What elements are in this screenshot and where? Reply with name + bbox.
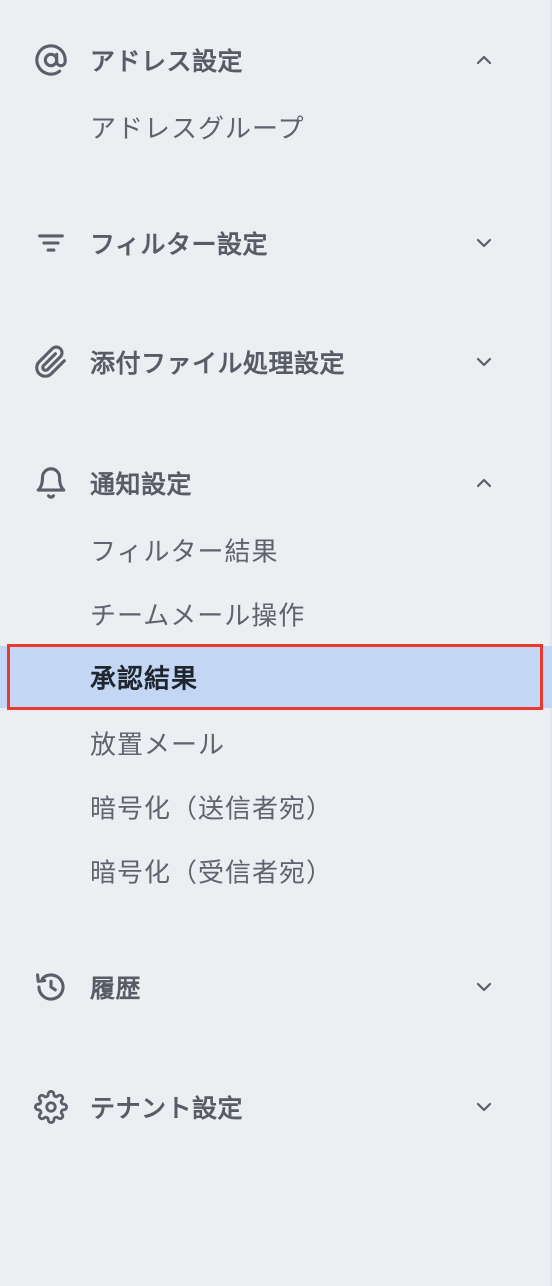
chevron-up-icon[interactable] (468, 467, 500, 499)
at-sign-icon (32, 41, 70, 79)
bell-icon (32, 464, 70, 502)
sub-item-encryption-recipient[interactable]: 暗号化（受信者宛） (0, 840, 552, 902)
chevron-down-icon[interactable] (468, 1091, 500, 1123)
filter-icon (32, 224, 70, 262)
section-label: 履歴 (90, 974, 142, 1003)
sub-item-label: アドレスグループ (90, 114, 305, 145)
section-label: 添付ファイル処理設定 (90, 349, 346, 378)
sub-item-label: 放置メール (90, 730, 226, 761)
section-header-history[interactable]: 履歴 (0, 957, 552, 1017)
section-label: テナント設定 (90, 1094, 244, 1123)
history-icon (32, 968, 70, 1006)
section-header-address[interactable]: アドレス設定 (0, 30, 552, 90)
section-label: 通知設定 (90, 470, 193, 499)
sub-item-encryption-sender[interactable]: 暗号化（送信者宛） (0, 776, 552, 838)
chevron-down-icon[interactable] (468, 346, 500, 378)
section-label: フィルター設定 (90, 230, 269, 259)
sub-item-address-group[interactable]: アドレスグループ (0, 96, 552, 158)
sub-item-label: 承認結果 (90, 664, 199, 695)
sub-item-label: フィルター結果 (90, 537, 279, 568)
sub-item-filter-result[interactable]: フィルター結果 (0, 519, 552, 581)
sub-item-approval-result[interactable]: 承認結果 (0, 646, 552, 708)
section-header-tenant[interactable]: テナント設定 (0, 1077, 552, 1137)
gear-icon (32, 1088, 70, 1126)
paperclip-icon (32, 343, 70, 381)
sub-item-neglected-mail[interactable]: 放置メール (0, 712, 552, 774)
section-label: アドレス設定 (90, 47, 244, 76)
sub-item-label: 暗号化（送信者宛） (90, 794, 334, 825)
chevron-up-icon[interactable] (468, 44, 500, 76)
sub-item-label: チームメール操作 (90, 601, 306, 632)
section-header-notification[interactable]: 通知設定 (0, 453, 552, 513)
section-header-filter[interactable]: フィルター設定 (0, 213, 552, 273)
chevron-down-icon[interactable] (468, 971, 500, 1003)
settings-sidebar: アドレス設定 アドレスグループ フィルター設定 添付ファイル処理設定 通知設定 … (0, 0, 552, 1286)
section-header-attachment[interactable]: 添付ファイル処理設定 (0, 332, 552, 392)
chevron-down-icon[interactable] (468, 227, 500, 259)
sub-item-label: 暗号化（受信者宛） (90, 858, 334, 889)
sub-item-team-mail-operation[interactable]: チームメール操作 (0, 583, 552, 645)
